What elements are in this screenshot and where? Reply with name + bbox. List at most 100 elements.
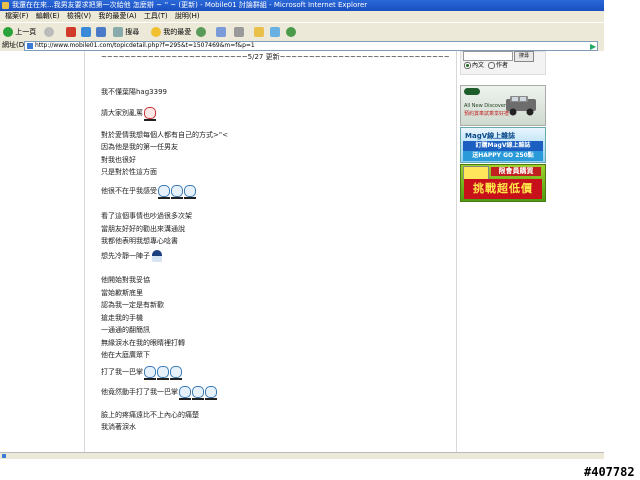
menu-edit[interactable]: 編輯(E) bbox=[36, 12, 60, 20]
browser-window: 我還在在來...我男友要求把第一次給他 怎麼辦 ~ '' ~ (更新) - Mo… bbox=[0, 0, 604, 459]
print-button[interactable] bbox=[234, 26, 244, 38]
post-line: 我不懂葉陽hag3399 bbox=[101, 87, 167, 96]
left-divider bbox=[84, 51, 85, 452]
print-icon bbox=[234, 27, 244, 37]
post-line: 他在大庭廣眾下 bbox=[101, 351, 150, 359]
post-line: 看了這個事情也吵過很多次架 bbox=[101, 212, 192, 220]
title-bar: 我還在在來...我男友要求把第一次給他 怎麼辦 ~ '' ~ (更新) - Mo… bbox=[0, 0, 604, 11]
car-image bbox=[506, 96, 536, 116]
stop-icon bbox=[66, 27, 76, 37]
address-url: http://www.mobile01.com/topicdetail.php?… bbox=[35, 42, 255, 49]
watermark: #407782 bbox=[584, 465, 635, 479]
window-title: 我還在在來...我男友要求把第一次給他 怎麼辦 ~ '' ~ (更新) - Mo… bbox=[12, 1, 368, 9]
discuss-icon bbox=[270, 27, 280, 37]
sad-emoticon-icon bbox=[158, 184, 170, 199]
post-line: 對於愛情我想每個人都有自己的方式>"< bbox=[101, 130, 228, 139]
umbrella-emoticon-icon bbox=[152, 249, 162, 262]
update-line: ~~~~~~~~~~~~~~~~~~~~~~~~~5/27 更新~~~~~~~~… bbox=[101, 53, 450, 61]
post-line: 我都他表明我想專心唸書 bbox=[101, 237, 178, 245]
messenger-button[interactable] bbox=[286, 26, 296, 38]
favorites-button[interactable]: 我的最愛 bbox=[151, 26, 191, 38]
post-line: 當朋友好好的勸出來溝通說 bbox=[101, 224, 185, 233]
post-line: 請大家別亂罵 bbox=[101, 107, 451, 121]
menu-view[interactable]: 檢視(V) bbox=[67, 12, 91, 20]
sad-emoticon-icon bbox=[184, 184, 196, 199]
star-icon bbox=[151, 27, 161, 37]
land-rover-ad[interactable]: All New Discovery 4 預約賞車試乘享好禮 bbox=[460, 85, 546, 126]
sad-emoticon-icon bbox=[144, 365, 156, 380]
magv-ad[interactable]: MagV線上雜誌 訂購MagV線上雜誌 送HAPPY GO 250點 bbox=[460, 127, 546, 163]
sad-emoticon-icon bbox=[170, 365, 182, 380]
post-line: 他開始對我妥協 bbox=[101, 276, 150, 284]
ad-badge: 限會員購買 bbox=[491, 167, 541, 176]
page-content: ~~~~~~~~~~~~~~~~~~~~~~~~~5/27 更新~~~~~~~~… bbox=[0, 51, 604, 452]
search-button[interactable]: 搜尋 bbox=[113, 26, 139, 38]
post-line: 當始歉斯底里 bbox=[101, 288, 143, 297]
forum-search-button[interactable]: 搜尋 bbox=[514, 51, 534, 62]
toolbar: 上一頁 搜尋 我的最愛 bbox=[0, 22, 604, 42]
forward-button[interactable] bbox=[44, 26, 54, 38]
ad-text: 送HAPPY GO 250點 bbox=[463, 151, 543, 161]
menu-favorites[interactable]: 我的最愛(A) bbox=[98, 12, 136, 20]
post-line: 打了我一巴掌 bbox=[101, 365, 451, 380]
address-input[interactable]: http://www.mobile01.com/topicdetail.php?… bbox=[24, 41, 598, 51]
refresh-icon bbox=[81, 27, 91, 37]
post-body: ~~~~~~~~~~~~~~~~~~~~~~~~~5/27 更新~~~~~~~~… bbox=[101, 51, 451, 434]
ie-icon bbox=[2, 2, 9, 9]
search-icon bbox=[113, 27, 123, 37]
post-line: 只是對於性這方面 bbox=[101, 168, 157, 176]
menu-file[interactable]: 檔案(F) bbox=[5, 12, 29, 20]
mail-button[interactable] bbox=[216, 26, 226, 38]
post-line: 我淌著淚水 bbox=[101, 423, 136, 431]
post-line: 搶走我的手機 bbox=[101, 313, 143, 322]
edit-icon bbox=[254, 27, 264, 37]
sad-emoticon-icon bbox=[171, 184, 183, 199]
sad-emoticon-icon bbox=[192, 386, 204, 400]
back-arrow-icon bbox=[3, 27, 13, 37]
mail-icon bbox=[216, 27, 226, 37]
post-line: 臉上的疼痛遠比不上內心的痛楚 bbox=[101, 410, 199, 419]
radio-selected-icon bbox=[464, 62, 471, 69]
post-line: 無緣淚水在我的眼睛裡打轉 bbox=[101, 338, 185, 347]
history-button[interactable] bbox=[196, 26, 206, 38]
back-button[interactable]: 上一頁 bbox=[3, 26, 36, 38]
page-status-icon bbox=[2, 454, 6, 458]
post-line: 對我也很好 bbox=[101, 155, 136, 164]
right-divider bbox=[456, 51, 457, 452]
post-line: 一通通的翻簡訊 bbox=[101, 326, 150, 334]
ad-brand: MagV線上雜誌 bbox=[465, 132, 516, 140]
radio-content[interactable]: 內文 bbox=[464, 62, 484, 70]
status-bar bbox=[0, 452, 604, 459]
radio-unselected-icon bbox=[488, 62, 495, 69]
land-rover-logo bbox=[464, 88, 480, 95]
post-line: 因為他是我的第一任男友 bbox=[101, 143, 178, 151]
post-line: 想先冷靜一陣子 bbox=[101, 249, 451, 263]
member-sale-ad[interactable]: 限會員購買 挑戰超低價 bbox=[460, 164, 546, 202]
discuss-button[interactable] bbox=[270, 26, 280, 38]
page-icon bbox=[27, 43, 33, 49]
history-icon bbox=[196, 27, 206, 37]
post-line: 他很不在乎我感受 bbox=[101, 184, 451, 199]
angry-emoticon-icon bbox=[144, 107, 156, 121]
edit-button[interactable] bbox=[254, 26, 264, 38]
sad-emoticon-icon bbox=[205, 386, 217, 400]
ad-text: 訂購MagV線上雜誌 bbox=[463, 141, 543, 151]
home-button[interactable] bbox=[96, 26, 106, 38]
post-line: 認為我一定是有新歡 bbox=[101, 301, 164, 309]
sad-emoticon-icon bbox=[179, 386, 191, 400]
forum-search: 搜尋 內文 作者 bbox=[460, 51, 546, 75]
menu-tools[interactable]: 工具(T) bbox=[144, 12, 168, 20]
forward-arrow-icon bbox=[44, 27, 54, 37]
sad-emoticon-icon bbox=[157, 365, 169, 380]
refresh-button[interactable] bbox=[81, 26, 91, 38]
home-icon bbox=[96, 27, 106, 37]
radio-author[interactable]: 作者 bbox=[488, 62, 508, 70]
menu-bar: 檔案(F) 編輯(E) 檢視(V) 我的最愛(A) 工具(T) 說明(H) bbox=[0, 11, 604, 22]
ad-headline: 挑戰超低價 bbox=[464, 179, 542, 199]
messenger-icon bbox=[286, 27, 296, 37]
stop-button[interactable] bbox=[66, 26, 76, 38]
product-box-image bbox=[463, 166, 489, 180]
menu-help[interactable]: 說明(H) bbox=[175, 12, 200, 20]
forum-search-input[interactable] bbox=[463, 51, 513, 61]
post-line: 他竟然動手打了我一巴掌 bbox=[101, 386, 451, 400]
